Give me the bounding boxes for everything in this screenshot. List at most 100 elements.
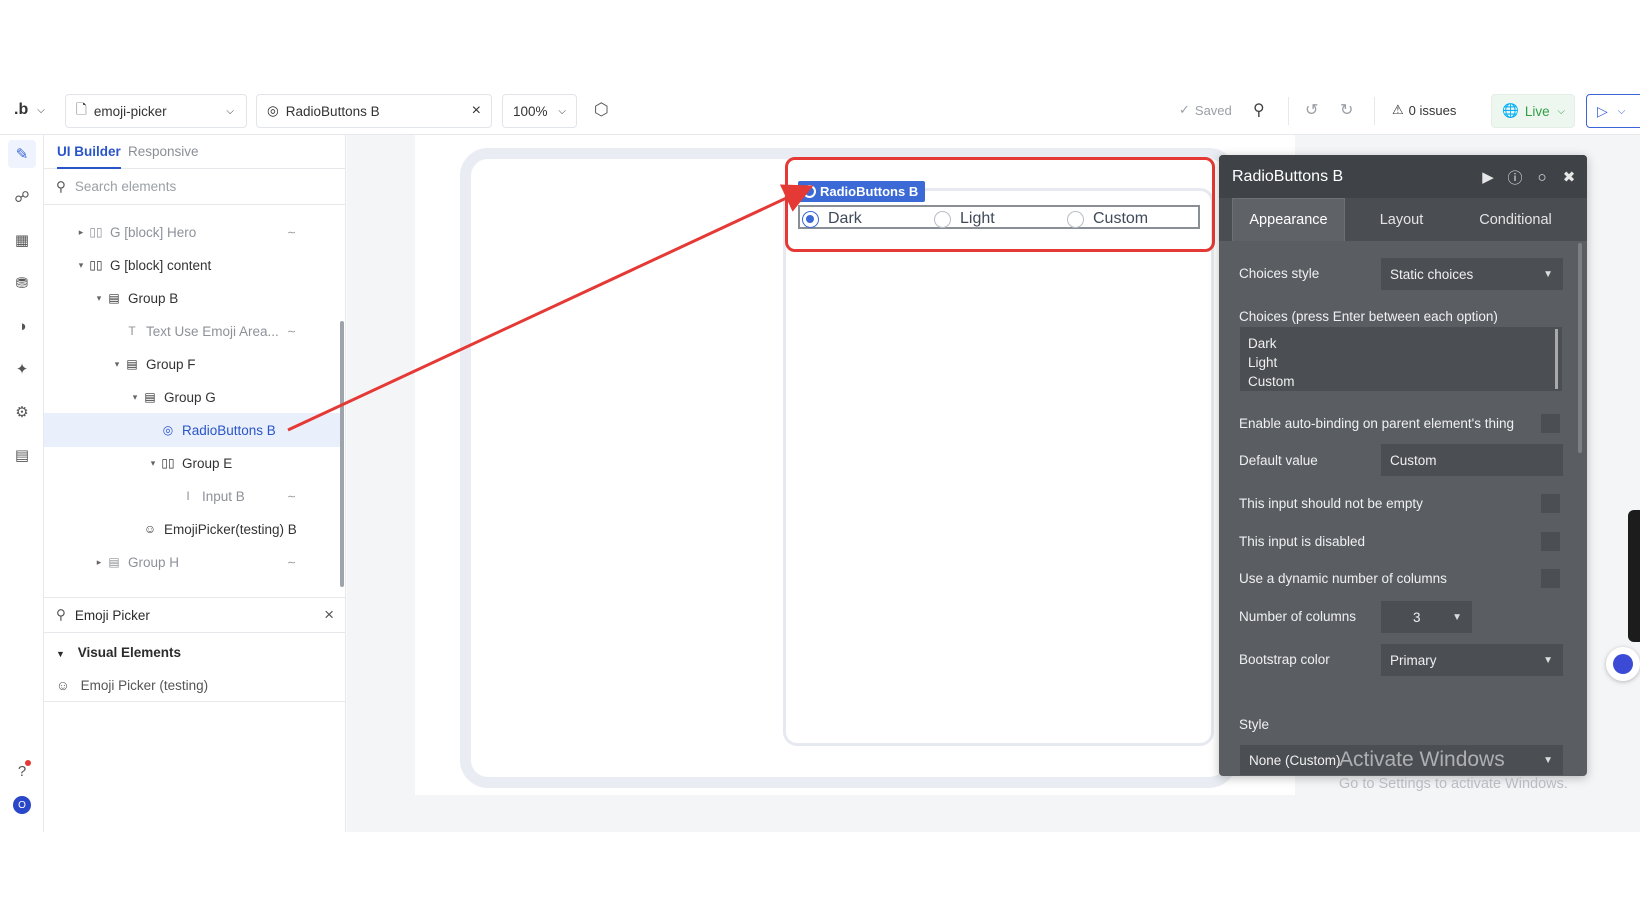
preview-button[interactable]: ▷ ⌵	[1586, 94, 1640, 128]
zoom-selector[interactable]: 100% ⌵	[502, 94, 577, 128]
tree-item[interactable]: I Input B ∼	[44, 479, 342, 513]
caret-right-icon[interactable]: ▸	[93, 557, 105, 568]
eye-closed-icon[interactable]: ∼	[287, 325, 296, 338]
comment-icon[interactable]: ○	[1533, 168, 1551, 186]
choices-style-dropdown[interactable]: Static choices ▼	[1381, 258, 1563, 290]
tab-ui-builder[interactable]: UI Builder	[57, 144, 121, 169]
dynamic-columns-label: Use a dynamic number of columns	[1239, 571, 1447, 586]
choices-style-label: Choices style	[1239, 266, 1320, 281]
live-selector[interactable]: 🌐 Live ⌵	[1491, 94, 1575, 128]
num-columns-dropdown[interactable]: 3 ▼	[1381, 601, 1472, 633]
tree-item[interactable]: ▾ ▤ Group G	[44, 380, 342, 414]
eye-closed-icon[interactable]: ∼	[287, 556, 296, 569]
tree-item[interactable]: ▾ ▯▯ Group E	[44, 446, 342, 480]
caret-down-icon: ▼	[1452, 611, 1462, 623]
tab-layout[interactable]: Layout	[1345, 198, 1458, 241]
redo-icon[interactable]: ↻	[1340, 100, 1353, 120]
avatar[interactable]: O	[8, 791, 36, 819]
not-empty-label: This input should not be empty	[1239, 496, 1423, 511]
issues-button[interactable]: ⚠ 0 issues	[1392, 102, 1456, 118]
page-selector[interactable]: 🗋 emoji-picker ⌵	[65, 94, 247, 128]
tree-item[interactable]: ☺ EmojiPicker(testing) B	[44, 512, 342, 546]
dynamic-columns-checkbox[interactable]	[1541, 569, 1560, 588]
not-empty-checkbox[interactable]	[1541, 494, 1560, 513]
tree-item[interactable]: ▸ ▤ Group H ∼	[44, 545, 342, 579]
close-icon[interactable]: ×	[324, 605, 334, 625]
tree-item[interactable]: ▾ ▯▯ G [block] content	[44, 248, 342, 282]
chat-icon[interactable]	[1606, 647, 1640, 681]
saved-label: Saved	[1194, 102, 1232, 118]
page-selector-label: emoji-picker	[93, 103, 167, 119]
bootstrap-color-dropdown[interactable]: Primary ▼	[1381, 644, 1563, 676]
bubble-logo[interactable]: .b ⌵	[14, 101, 45, 119]
tree-item[interactable]: ▾ ▤ Group B	[44, 281, 342, 315]
tree-item-label: Group B	[128, 290, 179, 306]
layout-icon[interactable]: ▦	[8, 226, 36, 254]
element-selector-label: RadioButtons B	[285, 103, 380, 119]
issues-label: 0 issues	[1408, 102, 1457, 118]
side-toolbar[interactable]	[1628, 510, 1640, 642]
eye-closed-icon[interactable]: ∼	[287, 490, 296, 503]
choices-textarea[interactable]: Dark Light Custom	[1240, 327, 1562, 391]
search-input[interactable]: Search elements	[75, 179, 176, 194]
textarea-scrollbar[interactable]	[1555, 329, 1558, 389]
close-icon[interactable]: ×	[472, 102, 481, 120]
choice-line: Light	[1248, 355, 1278, 370]
disabled-checkbox[interactable]	[1541, 532, 1560, 551]
tree-item[interactable]: ▾ ▤ Group F	[44, 347, 342, 381]
help-icon[interactable]: ?	[8, 757, 36, 785]
caret-down-icon[interactable]: ▾	[111, 359, 123, 370]
search-icon[interactable]: ⚲	[1253, 100, 1265, 120]
library-category[interactable]: ▼ Visual Elements	[56, 645, 181, 660]
tab-responsive[interactable]: Responsive	[128, 144, 199, 159]
autobinding-checkbox[interactable]	[1541, 414, 1560, 433]
chart-icon[interactable]: ▤	[8, 441, 36, 469]
default-value-input[interactable]: Custom	[1381, 444, 1563, 476]
close-icon[interactable]: ✖	[1560, 168, 1578, 186]
library-search-input[interactable]: Emoji Picker	[75, 608, 150, 623]
columns-icon: ▯▯	[161, 456, 175, 470]
database-icon[interactable]: ⛃	[8, 269, 36, 297]
eye-closed-icon[interactable]: ∼	[287, 226, 296, 239]
tree-item-selected[interactable]: ◎ RadioButtons B	[44, 413, 342, 447]
tree-item[interactable]: ▸ ▯▯ G [block] Hero ∼	[44, 215, 342, 249]
info-icon[interactable]: ⓘ	[1506, 168, 1524, 187]
tree-item-label: EmojiPicker(testing) B	[164, 521, 297, 537]
cube-icon[interactable]: ⬡	[594, 100, 609, 120]
tab-conditional[interactable]: Conditional	[1458, 198, 1573, 241]
inner-group[interactable]	[783, 188, 1214, 746]
tree-scrollbar[interactable]	[340, 321, 344, 587]
plugin-icon[interactable]: ✦	[8, 355, 36, 383]
play-icon[interactable]: ▶	[1479, 168, 1497, 186]
tree-item-label: Text Use Emoji Area...	[146, 323, 279, 339]
editor-scrollbar[interactable]	[1578, 243, 1582, 453]
tree-tabs: UI Builder Responsive	[44, 135, 346, 169]
caret-down-icon[interactable]: ▾	[129, 392, 141, 403]
caret-down-icon[interactable]: ▾	[147, 458, 159, 469]
saved-status: ✓ Saved	[1179, 102, 1232, 118]
workflow-icon[interactable]: ☍	[8, 183, 36, 211]
palette-icon[interactable]: ◑	[8, 312, 36, 340]
watermark-subtitle: Go to Settings to activate Windows.	[1339, 776, 1568, 792]
editor-tabs: Appearance Layout Conditional	[1219, 198, 1587, 241]
tree-item[interactable]: T Text Use Emoji Area... ∼	[44, 314, 342, 348]
editor-header: RadioButtons B ▶ ⓘ ○ ✖	[1219, 155, 1587, 198]
pencil-icon[interactable]: ✎	[8, 140, 36, 168]
caret-down-icon[interactable]: ▾	[75, 260, 87, 271]
caret-down-icon[interactable]: ▾	[93, 293, 105, 304]
element-selector[interactable]: ◎ RadioButtons B ×	[256, 94, 492, 128]
library-search[interactable]: ⚲ Emoji Picker ×	[44, 597, 346, 633]
columns-icon: ▯▯	[89, 225, 103, 239]
divider	[1374, 97, 1375, 125]
rows-icon: ▤	[144, 390, 156, 404]
tab-appearance[interactable]: Appearance	[1232, 198, 1345, 241]
library-item[interactable]: ☺ Emoji Picker (testing)	[56, 678, 208, 693]
caret-right-icon[interactable]: ▸	[75, 227, 87, 238]
undo-icon[interactable]: ↺	[1305, 100, 1318, 120]
search-elements[interactable]: ⚲ Search elements	[44, 169, 346, 205]
tree-item-label: Group E	[182, 455, 233, 471]
settings-icon[interactable]: ⚙	[8, 398, 36, 426]
bootstrap-color-value: Primary	[1390, 652, 1437, 668]
style-value: None (Custom)	[1249, 752, 1341, 768]
choice-line: Custom	[1248, 374, 1295, 389]
